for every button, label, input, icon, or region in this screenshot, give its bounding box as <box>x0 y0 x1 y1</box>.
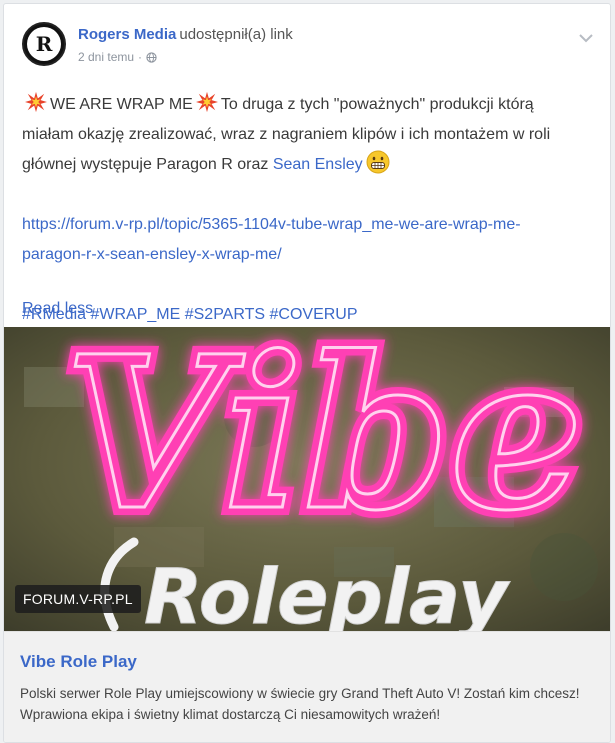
post-url-line-2[interactable]: paragon-r-x-sean-ensley-x-wrap-me/ <box>22 240 594 270</box>
mention-link[interactable]: Sean Ensley <box>273 156 363 173</box>
globe-icon <box>146 51 157 63</box>
post-body: WE ARE WRAP ME To druga z tych "poważnyc… <box>22 90 594 330</box>
post-url-line-1[interactable]: https://forum.v-rp.pl/topic/5365-1104v-t… <box>22 210 594 240</box>
post-line-3: głównej występuje Paragon R oraz Sean En… <box>22 150 594 180</box>
chevron-down-icon <box>579 33 593 42</box>
grimacing-emoji <box>366 150 390 174</box>
post-card: R Rogers Media udostępnił(a) link 2 dni t… <box>3 3 611 743</box>
post-line-2: miałam okazję zrealizować, wraz z nagran… <box>22 126 551 143</box>
post-line-1: WE ARE WRAP ME To druga z tych "poważnyc… <box>22 90 594 120</box>
post-text-1: To druga z tych "poważnych" produkcji kt… <box>220 96 534 113</box>
domain-badge: FORUM.V-RP.PL <box>15 585 141 613</box>
roleplay-logo-text: Roleplay <box>144 552 511 631</box>
collision-emoji <box>25 91 47 113</box>
avatar-logo: R <box>27 27 61 61</box>
author-line: Rogers Media udostępnił(a) link <box>78 26 293 43</box>
vibe-logo-fill: Vibe <box>64 327 583 557</box>
link-preview-image[interactable]: Vibe Vibe Roleplay FORUM.V-RP.PL <box>4 327 610 631</box>
author-name[interactable]: Rogers Media <box>78 26 176 43</box>
read-less-link[interactable]: Read less <box>22 294 93 324</box>
avatar[interactable]: R <box>22 22 66 66</box>
link-preview-description: Polski serwer Role Play umiejscowiony w … <box>20 686 580 722</box>
hashtags[interactable]: #RMedia #WRAP_ME #S2PARTS #COVERUP <box>22 300 594 330</box>
post-header: R Rogers Media udostępnił(a) link 2 dni t… <box>22 18 602 74</box>
post-options-button[interactable] <box>576 28 596 48</box>
post-meta: 2 dni temu · <box>78 50 157 64</box>
link-preview-title[interactable]: Vibe Role Play <box>20 652 137 672</box>
dot-separator: · <box>138 50 143 64</box>
author-action: udostępnił(a) link <box>179 26 293 43</box>
link-preview-footer[interactable]: Vibe Role Play Polski serwer Role Play u… <box>4 631 610 742</box>
post-time[interactable]: 2 dni temu <box>78 50 134 64</box>
post-text-3: głównej występuje Paragon R oraz <box>22 156 269 173</box>
post-headline: WE ARE WRAP ME <box>50 96 193 113</box>
collision-emoji <box>195 91 218 113</box>
